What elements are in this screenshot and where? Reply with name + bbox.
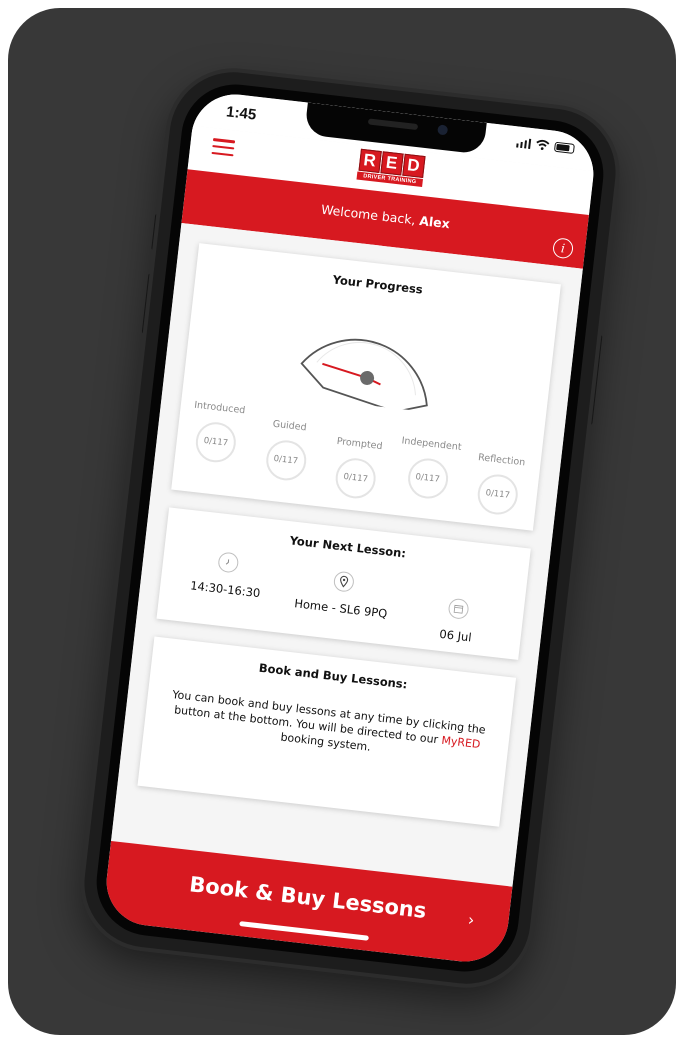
- phone-device: 1:45 R E D DRIVER TRAINING Welcome back,…: [77, 65, 623, 991]
- red-logo: R E D DRIVER TRAINING: [356, 148, 426, 187]
- stage-guided: Guided 0/117: [252, 417, 322, 494]
- battery-icon: [553, 141, 575, 154]
- stage-label: Independent: [400, 435, 463, 454]
- calendar-icon: [447, 597, 470, 620]
- lesson-location-text: Home - SL6 9PQ: [293, 596, 389, 621]
- stage-count: 0/117: [405, 456, 450, 501]
- stage-label: Prompted: [336, 435, 384, 453]
- status-icons: [515, 136, 575, 154]
- logo-letter: E: [379, 151, 404, 176]
- stage-reflection: Reflection 0/117: [465, 451, 533, 518]
- map-pin-icon: [332, 570, 355, 593]
- progress-gauge: [300, 338, 428, 413]
- progress-title: Your Progress: [332, 272, 424, 297]
- stage-count: 0/117: [475, 472, 520, 517]
- wifi-icon: [536, 139, 550, 151]
- stage-label: Introduced: [193, 399, 246, 417]
- lesson-time-text: 14:30-16:30: [189, 578, 262, 601]
- stage-count: 0/117: [333, 456, 378, 501]
- stage-label: Guided: [272, 418, 308, 434]
- lesson-date: 06 Jul: [400, 593, 514, 649]
- myred-link[interactable]: MyRED: [441, 734, 481, 751]
- booking-info-card: Book and Buy Lessons: You can book and b…: [137, 636, 517, 827]
- next-lesson-card: Your Next Lesson: 14:30-16:30 Home - SL6…: [156, 507, 531, 660]
- stage-introduced: Introduced 0/117: [181, 399, 252, 486]
- user-name: Alex: [418, 212, 451, 232]
- hamburger-menu-icon[interactable]: [211, 138, 236, 157]
- stage-prompted: Prompted 0/117: [323, 435, 391, 502]
- stage-independent: Independent 0/117: [394, 435, 463, 510]
- progress-card: Your Progress Introduced 0/117 Guided 0/…: [171, 243, 561, 531]
- welcome-prefix: Welcome back,: [320, 201, 421, 228]
- stage-label: Reflection: [477, 452, 526, 469]
- signal-icon: [515, 136, 532, 149]
- lesson-time: 14:30-16:30: [168, 546, 285, 622]
- logo-letter: D: [401, 153, 426, 178]
- clock-icon: [217, 551, 240, 574]
- speaker-grille: [367, 118, 419, 131]
- progress-stages: Introduced 0/117 Guided 0/117 Prompted 0…: [181, 399, 536, 518]
- front-camera: [437, 124, 449, 136]
- home-indicator[interactable]: [239, 921, 369, 941]
- booking-description: You can book and buy lessons at any time…: [166, 687, 489, 768]
- stage-count: 0/117: [193, 420, 238, 465]
- logo-letter: R: [358, 148, 382, 173]
- stage-count: 0/117: [263, 438, 308, 483]
- background-panel: 1:45 R E D DRIVER TRAINING Welcome back,…: [8, 8, 676, 1035]
- status-time: 1:45: [225, 103, 258, 124]
- lesson-location: Home - SL6 9PQ: [284, 565, 400, 635]
- lesson-date-text: 06 Jul: [438, 626, 473, 645]
- main-content: Your Progress Introduced 0/117 Guided 0/…: [111, 222, 583, 887]
